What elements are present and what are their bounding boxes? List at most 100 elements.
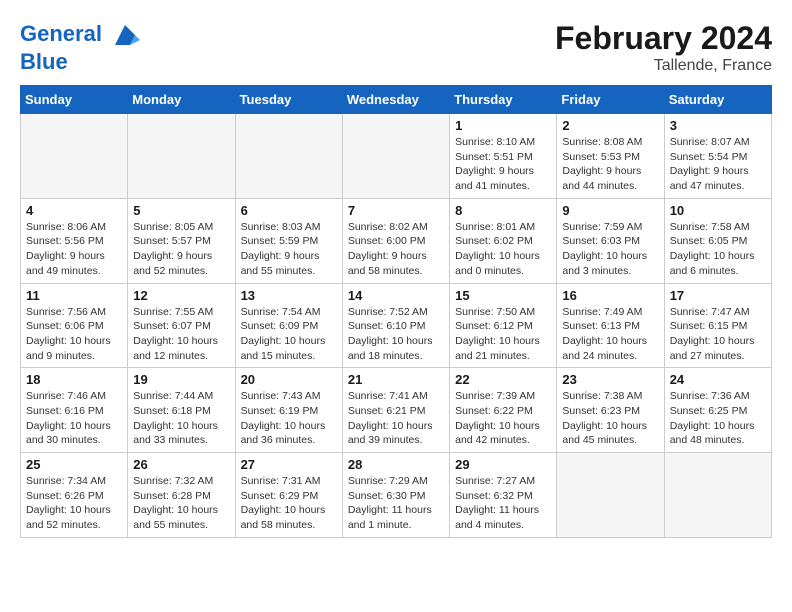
calendar-cell: 15 Sunrise: 7:50 AMSunset: 6:12 PMDayligh…: [450, 283, 557, 368]
day-number: 17: [670, 288, 766, 303]
day-info: Sunrise: 7:29 AMSunset: 6:30 PMDaylight:…: [348, 474, 444, 533]
day-info: Sunrise: 8:10 AMSunset: 5:51 PMDaylight:…: [455, 135, 551, 194]
day-number: 7: [348, 203, 444, 218]
day-info: Sunrise: 8:07 AMSunset: 5:54 PMDaylight:…: [670, 135, 766, 194]
day-info: Sunrise: 7:55 AMSunset: 6:07 PMDaylight:…: [133, 305, 229, 364]
calendar-cell: 27 Sunrise: 7:31 AMSunset: 6:29 PMDayligh…: [235, 453, 342, 538]
day-number: 1: [455, 118, 551, 133]
calendar-header-row: SundayMondayTuesdayWednesdayThursdayFrid…: [21, 86, 772, 114]
day-info: Sunrise: 7:36 AMSunset: 6:25 PMDaylight:…: [670, 389, 766, 448]
calendar-cell: [21, 114, 128, 199]
day-number: 2: [562, 118, 658, 133]
weekday-header-tuesday: Tuesday: [235, 86, 342, 114]
day-info: Sunrise: 7:43 AMSunset: 6:19 PMDaylight:…: [241, 389, 337, 448]
day-number: 19: [133, 372, 229, 387]
day-number: 14: [348, 288, 444, 303]
day-info: Sunrise: 7:34 AMSunset: 6:26 PMDaylight:…: [26, 474, 122, 533]
day-info: Sunrise: 8:03 AMSunset: 5:59 PMDaylight:…: [241, 220, 337, 279]
day-info: Sunrise: 8:05 AMSunset: 5:57 PMDaylight:…: [133, 220, 229, 279]
day-number: 16: [562, 288, 658, 303]
calendar-table: SundayMondayTuesdayWednesdayThursdayFrid…: [20, 85, 772, 538]
weekday-header-monday: Monday: [128, 86, 235, 114]
calendar-cell: 11Sunrise: 7:56 AMSunset: 6:06 PMDayligh…: [21, 283, 128, 368]
logo-blue: Blue: [20, 50, 140, 74]
location-subtitle: Tallende, France: [555, 57, 772, 75]
day-info: Sunrise: 8:06 AMSunset: 5:56 PMDaylight:…: [26, 220, 122, 279]
day-info: Sunrise: 7:58 AMSunset: 6:05 PMDaylight:…: [670, 220, 766, 279]
day-info: Sunrise: 8:02 AMSunset: 6:00 PMDaylight:…: [348, 220, 444, 279]
calendar-week-1: 1 Sunrise: 8:10 AMSunset: 5:51 PMDaylight…: [21, 114, 772, 199]
day-info: Sunrise: 7:56 AMSunset: 6:06 PMDaylight:…: [26, 305, 122, 364]
day-info: Sunrise: 7:54 AMSunset: 6:09 PMDaylight:…: [241, 305, 337, 364]
day-number: 27: [241, 457, 337, 472]
day-number: 25: [26, 457, 122, 472]
day-info: Sunrise: 7:46 AMSunset: 6:16 PMDaylight:…: [26, 389, 122, 448]
calendar-week-4: 18 Sunrise: 7:46 AMSunset: 6:16 PMDayligh…: [21, 368, 772, 453]
calendar-cell: [664, 453, 771, 538]
day-info: Sunrise: 8:08 AMSunset: 5:53 PMDaylight:…: [562, 135, 658, 194]
day-number: 4: [26, 203, 122, 218]
day-info: Sunrise: 7:39 AMSunset: 6:22 PMDaylight:…: [455, 389, 551, 448]
calendar-week-5: 25 Sunrise: 7:34 AMSunset: 6:26 PMDayligh…: [21, 453, 772, 538]
calendar-cell: 9Sunrise: 7:59 AMSunset: 6:03 PMDaylight…: [557, 198, 664, 283]
calendar-cell: 26 Sunrise: 7:32 AMSunset: 6:28 PMDayligh…: [128, 453, 235, 538]
day-number: 20: [241, 372, 337, 387]
weekday-header-wednesday: Wednesday: [342, 86, 449, 114]
calendar-cell: 3 Sunrise: 8:07 AMSunset: 5:54 PMDaylight…: [664, 114, 771, 199]
calendar-week-3: 11Sunrise: 7:56 AMSunset: 6:06 PMDayligh…: [21, 283, 772, 368]
calendar-cell: 21Sunrise: 7:41 AMSunset: 6:21 PMDayligh…: [342, 368, 449, 453]
day-info: Sunrise: 8:01 AMSunset: 6:02 PMDaylight:…: [455, 220, 551, 279]
day-info: Sunrise: 7:59 AMSunset: 6:03 PMDaylight:…: [562, 220, 658, 279]
calendar-cell: 18 Sunrise: 7:46 AMSunset: 6:16 PMDayligh…: [21, 368, 128, 453]
day-info: Sunrise: 7:44 AMSunset: 6:18 PMDaylight:…: [133, 389, 229, 448]
day-number: 22: [455, 372, 551, 387]
calendar-cell: 12 Sunrise: 7:55 AMSunset: 6:07 PMDayligh…: [128, 283, 235, 368]
day-info: Sunrise: 7:49 AMSunset: 6:13 PMDaylight:…: [562, 305, 658, 364]
calendar-cell: 28Sunrise: 7:29 AMSunset: 6:30 PMDayligh…: [342, 453, 449, 538]
day-number: 18: [26, 372, 122, 387]
title-section: February 2024 Tallende, France: [555, 20, 772, 75]
day-number: 29: [455, 457, 551, 472]
calendar-cell: 1 Sunrise: 8:10 AMSunset: 5:51 PMDaylight…: [450, 114, 557, 199]
day-info: Sunrise: 7:38 AMSunset: 6:23 PMDaylight:…: [562, 389, 658, 448]
day-number: 5: [133, 203, 229, 218]
month-year-title: February 2024: [555, 20, 772, 57]
day-number: 26: [133, 457, 229, 472]
weekday-header-friday: Friday: [557, 86, 664, 114]
weekday-header-sunday: Sunday: [21, 86, 128, 114]
day-number: 15: [455, 288, 551, 303]
logo: General Blue: [20, 20, 140, 74]
day-info: Sunrise: 7:32 AMSunset: 6:28 PMDaylight:…: [133, 474, 229, 533]
day-info: Sunrise: 7:52 AMSunset: 6:10 PMDaylight:…: [348, 305, 444, 364]
calendar-cell: 23 Sunrise: 7:38 AMSunset: 6:23 PMDayligh…: [557, 368, 664, 453]
weekday-header-thursday: Thursday: [450, 86, 557, 114]
calendar-cell: 29 Sunrise: 7:27 AMSunset: 6:32 PMDayligh…: [450, 453, 557, 538]
calendar-cell: [342, 114, 449, 199]
calendar-cell: 14 Sunrise: 7:52 AMSunset: 6:10 PMDayligh…: [342, 283, 449, 368]
calendar-cell: 10Sunrise: 7:58 AMSunset: 6:05 PMDayligh…: [664, 198, 771, 283]
calendar-cell: 19 Sunrise: 7:44 AMSunset: 6:18 PMDayligh…: [128, 368, 235, 453]
day-info: Sunrise: 7:31 AMSunset: 6:29 PMDaylight:…: [241, 474, 337, 533]
calendar-cell: 20 Sunrise: 7:43 AMSunset: 6:19 PMDayligh…: [235, 368, 342, 453]
day-info: Sunrise: 7:47 AMSunset: 6:15 PMDaylight:…: [670, 305, 766, 364]
day-info: Sunrise: 7:27 AMSunset: 6:32 PMDaylight:…: [455, 474, 551, 533]
calendar-cell: 22 Sunrise: 7:39 AMSunset: 6:22 PMDayligh…: [450, 368, 557, 453]
day-number: 12: [133, 288, 229, 303]
calendar-cell: 24Sunrise: 7:36 AMSunset: 6:25 PMDayligh…: [664, 368, 771, 453]
calendar-cell: 17 Sunrise: 7:47 AMSunset: 6:15 PMDayligh…: [664, 283, 771, 368]
page-header: General Blue February 2024 Tallende, Fra…: [20, 20, 772, 75]
calendar-cell: [128, 114, 235, 199]
calendar-cell: 5 Sunrise: 8:05 AMSunset: 5:57 PMDaylight…: [128, 198, 235, 283]
day-number: 3: [670, 118, 766, 133]
logo-general: General: [20, 21, 102, 46]
calendar-cell: [235, 114, 342, 199]
calendar-cell: [557, 453, 664, 538]
day-number: 23: [562, 372, 658, 387]
calendar-week-2: 4 Sunrise: 8:06 AMSunset: 5:56 PMDaylight…: [21, 198, 772, 283]
calendar-cell: 25 Sunrise: 7:34 AMSunset: 6:26 PMDayligh…: [21, 453, 128, 538]
day-info: Sunrise: 7:50 AMSunset: 6:12 PMDaylight:…: [455, 305, 551, 364]
calendar-cell: 16 Sunrise: 7:49 AMSunset: 6:13 PMDayligh…: [557, 283, 664, 368]
calendar-cell: 2 Sunrise: 8:08 AMSunset: 5:53 PMDaylight…: [557, 114, 664, 199]
calendar-cell: 7 Sunrise: 8:02 AMSunset: 6:00 PMDaylight…: [342, 198, 449, 283]
day-info: Sunrise: 7:41 AMSunset: 6:21 PMDaylight:…: [348, 389, 444, 448]
